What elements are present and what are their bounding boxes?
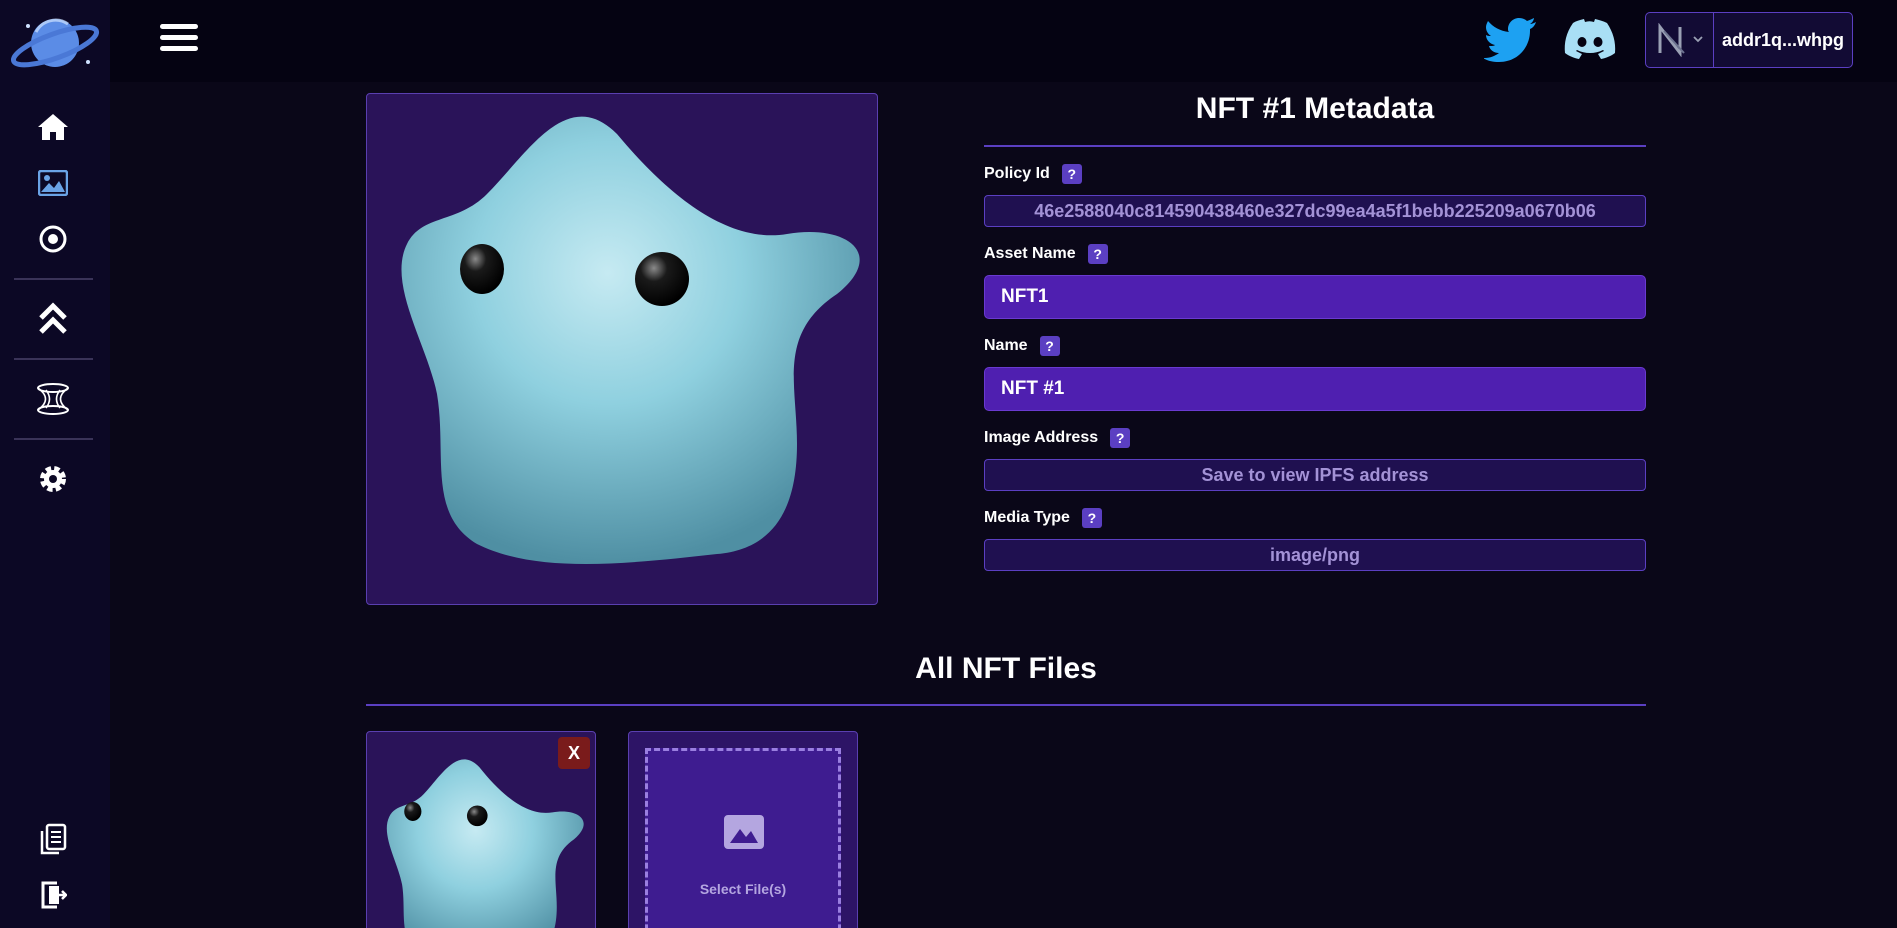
image-address-help-button[interactable]: ? <box>1110 428 1131 448</box>
document-icon[interactable] <box>33 819 73 859</box>
select-files-label: Select File(s) <box>699 881 787 897</box>
asset-name-input[interactable]: NFT1 <box>984 275 1646 319</box>
gear-icon[interactable] <box>33 459 73 499</box>
policy-id-field: 46e2588040c814590438460e327dc99ea4a5f1be… <box>984 195 1646 227</box>
media-type-field: image/png <box>984 539 1646 571</box>
nft-blob-image <box>401 116 860 564</box>
wallet-address[interactable]: addr1q...whpg <box>1714 30 1844 51</box>
sidebar-divider <box>14 278 93 280</box>
nami-wallet-icon <box>1658 23 1703 57</box>
planet-logo-icon[interactable] <box>8 12 102 74</box>
metadata-divider <box>984 145 1646 147</box>
wallet-button[interactable]: addr1q...whpg <box>1645 12 1853 68</box>
metadata-title: NFT #1 Metadata <box>1195 92 1435 125</box>
wallet-dropdown[interactable] <box>1646 13 1714 67</box>
name-input[interactable]: NFT #1 <box>984 367 1646 411</box>
twitter-icon[interactable] <box>1484 16 1536 62</box>
nft-image-preview <box>366 93 878 605</box>
hourglass-icon[interactable] <box>33 379 73 419</box>
media-type-label: Media Type ? <box>984 508 1102 528</box>
logout-icon[interactable] <box>33 875 73 915</box>
select-files-button[interactable]: Select File(s) <box>628 731 858 928</box>
asset-name-label: Asset Name ? <box>984 244 1108 264</box>
image-address-label: Image Address ? <box>984 428 1131 448</box>
remove-file-button[interactable]: X <box>558 737 590 769</box>
files-title: All NFT Files <box>915 652 1097 685</box>
name-help-button[interactable]: ? <box>1039 336 1060 356</box>
asset-name-help-button[interactable]: ? <box>1087 244 1108 264</box>
media-type-help-button[interactable]: ? <box>1081 508 1102 528</box>
chevron-up-icon[interactable] <box>33 299 73 339</box>
home-icon[interactable] <box>33 107 73 147</box>
image-icon[interactable] <box>33 163 73 203</box>
discord-icon[interactable] <box>1564 16 1616 62</box>
sidebar-divider <box>14 438 93 440</box>
files-divider <box>366 704 1646 706</box>
name-label: Name ? <box>984 336 1060 356</box>
chevron-down-icon <box>1692 36 1703 43</box>
image-address-field: Save to view IPFS address <box>984 459 1646 491</box>
sidebar-divider <box>14 358 93 360</box>
topbar <box>110 0 1897 82</box>
image-upload-icon <box>724 815 764 849</box>
hamburger-menu-icon[interactable] <box>160 24 198 56</box>
policy-id-label: Policy Id ? <box>984 164 1082 184</box>
file-drop-zone[interactable]: Select File(s) <box>645 748 841 928</box>
sidebar <box>0 0 110 928</box>
target-icon[interactable] <box>33 219 73 259</box>
policy-id-help-button[interactable]: ? <box>1061 164 1082 184</box>
